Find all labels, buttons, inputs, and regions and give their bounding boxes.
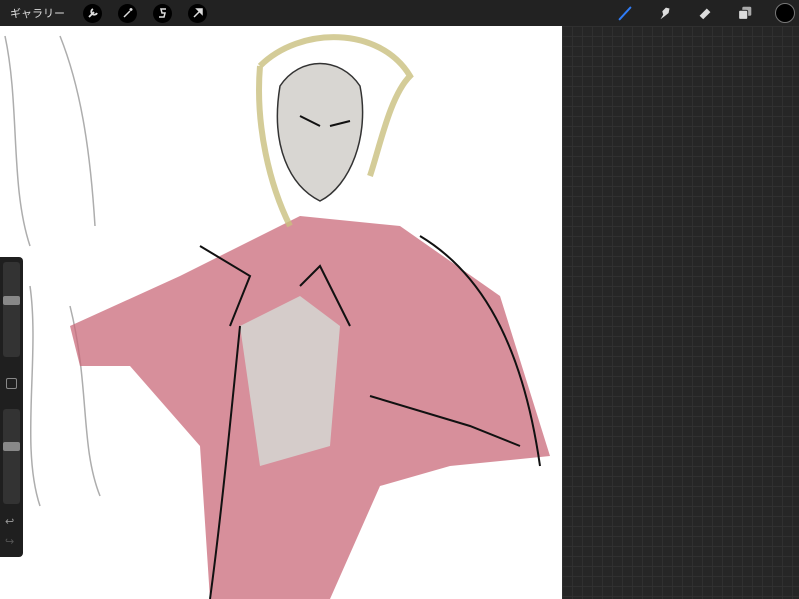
- transform-button[interactable]: [188, 3, 207, 23]
- smudge-button[interactable]: [655, 3, 675, 23]
- brush-button[interactable]: [615, 3, 635, 23]
- color-picker-button[interactable]: [775, 3, 795, 23]
- undo-icon[interactable]: ↩: [5, 515, 14, 528]
- selection-icon: [158, 8, 166, 18]
- eraser-icon: [699, 8, 711, 20]
- wrench-icon: [87, 8, 98, 18]
- top-toolbar: ギャラリー: [0, 0, 799, 26]
- opacity-slider[interactable]: [3, 409, 20, 504]
- actions-button[interactable]: [83, 3, 102, 23]
- transform-arrow-icon: [192, 8, 203, 18]
- sketch-artwork: [4, 34, 550, 599]
- adjustments-button[interactable]: [118, 3, 137, 23]
- magic-wand-icon: [122, 8, 132, 18]
- eraser-button[interactable]: [695, 3, 715, 23]
- opacity-thumb[interactable]: [3, 441, 20, 451]
- selection-button[interactable]: [153, 3, 172, 23]
- gallery-button[interactable]: ギャラリー: [10, 5, 65, 21]
- redo-icon[interactable]: ↪: [5, 535, 14, 548]
- modify-button[interactable]: [6, 378, 17, 389]
- brush-sidebar: ↩ ↪: [0, 257, 23, 557]
- brush-icon: [618, 6, 632, 21]
- brush-size-slider[interactable]: [3, 262, 20, 357]
- layers-button[interactable]: [735, 3, 755, 23]
- drawing-canvas[interactable]: [0, 26, 562, 599]
- layers-icon: [738, 6, 752, 20]
- brush-size-thumb[interactable]: [3, 296, 20, 306]
- canvas-background-grid: [562, 26, 799, 599]
- smudge-icon: [660, 7, 670, 20]
